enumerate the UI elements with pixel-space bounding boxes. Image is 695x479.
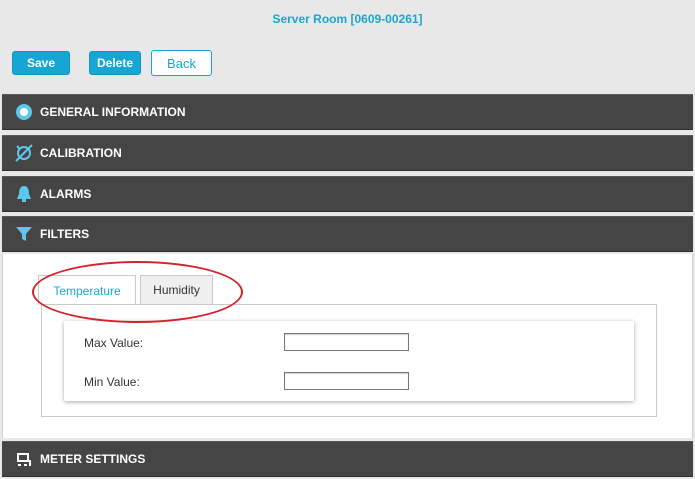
delete-button[interactable]: Delete: [89, 51, 141, 75]
page-title: Server Room [0609-00261]: [272, 12, 423, 26]
max-value-input[interactable]: [284, 333, 409, 351]
section-label: ALARMS: [40, 187, 92, 201]
section-calibration[interactable]: CALIBRATION: [2, 135, 693, 171]
circle-info-icon: [14, 102, 34, 122]
section-meter-settings[interactable]: METER SETTINGS: [2, 441, 693, 477]
meter-icon: [14, 449, 34, 469]
filter-form: Max Value: Min Value:: [64, 321, 634, 401]
bell-icon: [14, 184, 34, 204]
section-filters[interactable]: FILTERS: [2, 216, 693, 252]
funnel-icon: [14, 224, 34, 244]
back-button[interactable]: Back: [151, 50, 212, 76]
max-value-label: Max Value:: [84, 336, 144, 350]
tab-humidity[interactable]: Humidity: [140, 275, 213, 304]
section-label: CALIBRATION: [40, 146, 122, 160]
section-general-information[interactable]: GENERAL INFORMATION: [2, 94, 693, 130]
min-value-label: Min Value:: [84, 375, 140, 389]
tab-content: Max Value: Min Value:: [41, 304, 657, 417]
save-button[interactable]: Save: [12, 51, 70, 75]
section-alarms[interactable]: ALARMS: [2, 176, 693, 212]
section-label: FILTERS: [40, 227, 90, 241]
section-label: GENERAL INFORMATION: [40, 105, 186, 119]
min-value-input[interactable]: [284, 372, 409, 390]
calibration-icon: [14, 143, 34, 163]
section-label: METER SETTINGS: [40, 452, 146, 466]
tab-temperature[interactable]: Temperature: [38, 275, 136, 305]
filters-panel: Temperature Humidity Max Value: Min Valu…: [2, 254, 693, 438]
